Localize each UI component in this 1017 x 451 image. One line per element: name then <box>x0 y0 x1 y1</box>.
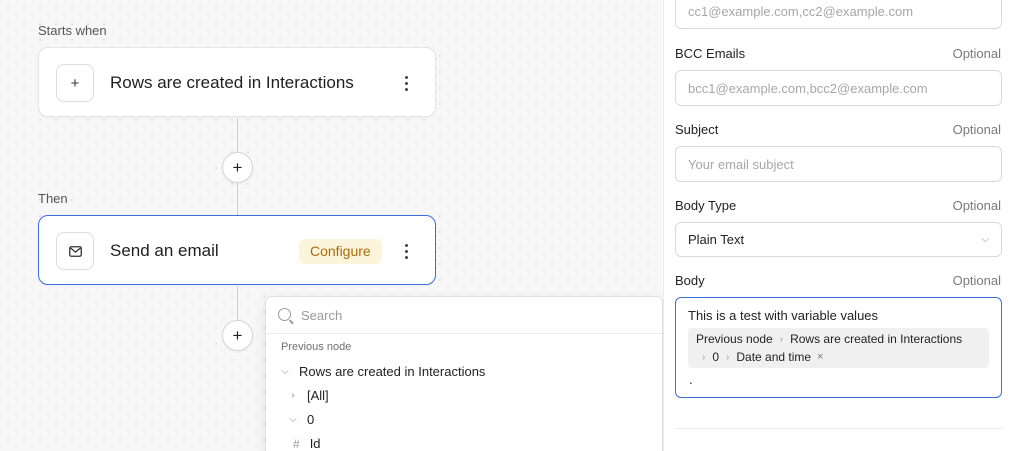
tree-item-label: 0 <box>307 412 315 427</box>
body-type-label: Body Type <box>675 198 737 213</box>
variable-search-input[interactable] <box>301 305 641 326</box>
dot-icon <box>404 249 408 253</box>
bcc-label: BCC Emails <box>675 46 746 61</box>
variable-path-segment: Date and time <box>736 350 812 364</box>
dot-icon <box>404 243 408 247</box>
configure-badge[interactable]: Configure <box>299 239 382 264</box>
variable-chip[interactable]: Previous node › Rows are created in Inte… <box>688 328 989 368</box>
variable-path-segment: Previous node <box>696 332 773 346</box>
chevron-down-icon: ⌵ <box>281 366 289 377</box>
panel-divider <box>675 428 1002 429</box>
body-editor[interactable]: This is a test with variable values Prev… <box>675 297 1002 398</box>
send-email-node-title: Send an email <box>110 241 219 260</box>
tree-item-id[interactable]: # Id <box>293 436 321 451</box>
dot-icon <box>404 75 408 79</box>
body-type-select[interactable]: Plain Text ⌵ <box>675 222 1002 257</box>
subject-label: Subject <box>675 122 719 137</box>
variable-path-segment: Rows are created in Interactions <box>790 332 963 346</box>
dot-icon <box>404 255 408 259</box>
mail-icon <box>56 232 94 270</box>
send-email-node[interactable]: Send an email Configure <box>38 215 436 285</box>
dropdown-group-label: Previous node <box>281 341 352 353</box>
tree-item-label: Rows are created in Interactions <box>299 364 486 379</box>
chevron-down-icon: ⌵ <box>981 234 989 245</box>
tree-item-label: [All] <box>307 388 329 403</box>
connector-line <box>237 118 238 152</box>
body-type-value: Plain Text <box>688 232 745 247</box>
starts-when-label: Starts when <box>38 23 107 38</box>
cc-emails-input[interactable] <box>675 0 1002 29</box>
subject-input[interactable] <box>675 146 1002 182</box>
variable-search <box>266 297 662 334</box>
dot-icon <box>404 81 408 85</box>
trigger-node-menu-button[interactable] <box>398 72 414 94</box>
plus-icon: + <box>56 64 94 102</box>
body-label: Body <box>675 273 705 288</box>
chevron-right-icon: › <box>779 333 784 345</box>
body-type-optional-text: Optional <box>952 198 1001 213</box>
email-config-panel: BCC Emails Optional Subject Optional Bod… <box>663 0 1017 451</box>
tree-item-0[interactable]: ⌵ 0 <box>288 412 314 427</box>
dot-icon <box>404 87 408 91</box>
connector-line <box>237 183 238 215</box>
chevron-right-icon: › <box>702 351 706 363</box>
trigger-node[interactable]: + Rows are created in Interactions <box>38 47 436 117</box>
connector-line <box>237 286 238 320</box>
add-step-button[interactable]: + <box>222 152 253 183</box>
remove-variable-icon[interactable]: × <box>817 351 823 363</box>
body-optional-text: Optional <box>952 273 1001 288</box>
search-icon <box>278 308 291 321</box>
chevron-right-icon: › <box>726 351 730 363</box>
chevron-right-icon: › <box>291 390 295 401</box>
number-type-icon: # <box>293 436 300 451</box>
chevron-down-icon: ⌵ <box>289 414 297 425</box>
tree-item-all[interactable]: › [All] <box>288 388 329 403</box>
body-trailing-text: . <box>689 372 693 387</box>
add-step-button[interactable]: + <box>222 320 253 351</box>
then-label: Then <box>38 191 68 206</box>
body-text: This is a test with variable values <box>688 308 879 323</box>
trigger-node-title: Rows are created in Interactions <box>110 73 354 92</box>
tree-item-rows-created[interactable]: ⌵ Rows are created in Interactions <box>280 364 485 379</box>
tree-item-label: Id <box>309 436 321 451</box>
bcc-optional-text: Optional <box>952 46 1001 61</box>
send-email-node-menu-button[interactable] <box>398 240 414 262</box>
subject-optional-text: Optional <box>952 122 1001 137</box>
variable-picker-dropdown: Previous node ⌵ Rows are created in Inte… <box>265 296 663 451</box>
variable-path-segment: 0 <box>712 350 720 364</box>
bcc-emails-input[interactable] <box>675 70 1002 106</box>
